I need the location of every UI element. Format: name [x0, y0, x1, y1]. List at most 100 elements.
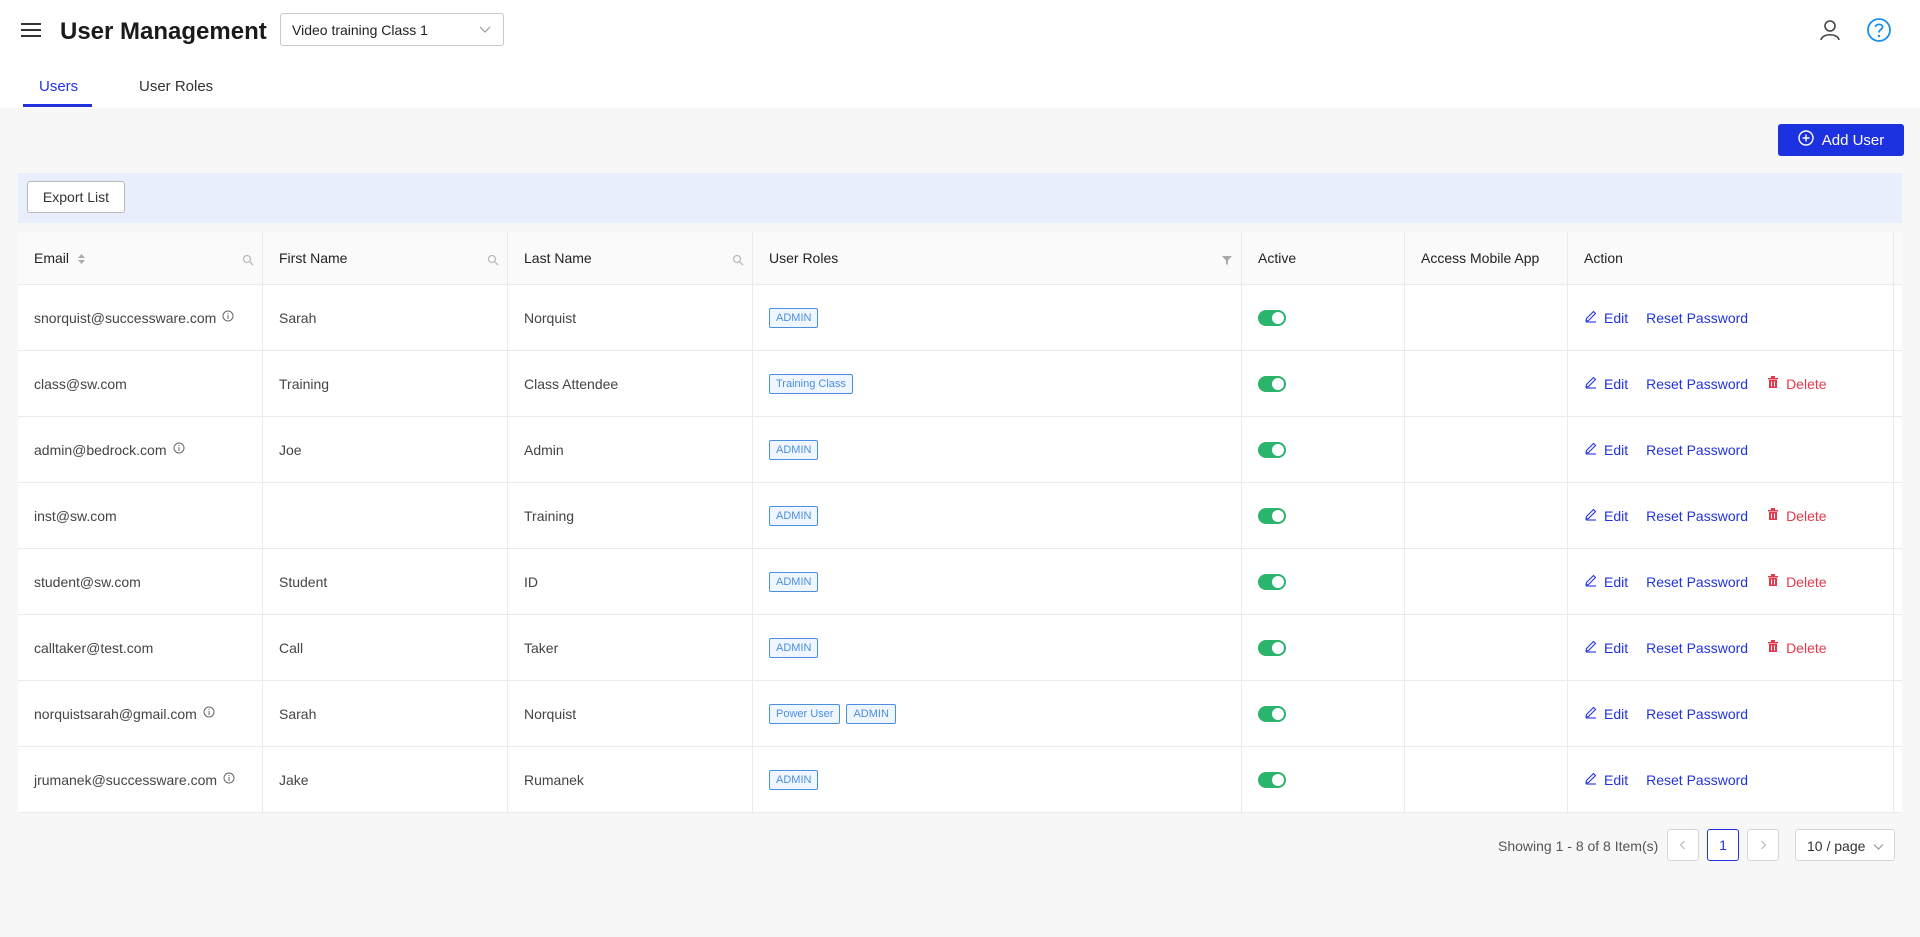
active-toggle[interactable]: [1258, 573, 1286, 590]
access-mobile-app-cell: [1405, 285, 1568, 350]
last-name-cell: Admin: [508, 417, 753, 482]
chevron-right-icon: [1758, 837, 1768, 853]
last-name-cell: Rumanek: [508, 747, 753, 812]
trash-icon: [1766, 507, 1780, 524]
info-icon[interactable]: [173, 441, 185, 453]
tab-user-roles[interactable]: User Roles: [139, 78, 213, 108]
edit-button[interactable]: Edit: [1584, 507, 1628, 524]
reset-password-button[interactable]: Reset Password: [1646, 706, 1748, 722]
active-toggle[interactable]: [1258, 771, 1286, 788]
last-name-cell: Norquist: [508, 681, 753, 746]
edit-button[interactable]: Edit: [1584, 309, 1628, 326]
column-header-email[interactable]: Email: [18, 232, 263, 284]
email-cell: student@sw.com: [18, 549, 263, 614]
delete-button[interactable]: Delete: [1766, 375, 1827, 392]
reset-password-button[interactable]: Reset Password: [1646, 310, 1748, 326]
reset-password-button[interactable]: Reset Password: [1646, 376, 1748, 392]
edit-button[interactable]: Edit: [1584, 573, 1628, 590]
reset-password-button[interactable]: Reset Password: [1646, 640, 1748, 656]
email-cell: admin@bedrock.com: [18, 417, 263, 482]
active-toggle[interactable]: [1258, 705, 1286, 722]
user-roles-cell: ADMIN: [753, 549, 1242, 614]
add-user-button[interactable]: Add User: [1778, 124, 1904, 156]
column-header-access-mobile-app: Access Mobile App: [1405, 232, 1568, 284]
export-list-button[interactable]: Export List: [27, 181, 125, 213]
edit-button[interactable]: Edit: [1584, 705, 1628, 722]
page-size-value: 10 / page: [1807, 838, 1866, 854]
edit-button[interactable]: Edit: [1584, 771, 1628, 788]
reset-password-button[interactable]: Reset Password: [1646, 508, 1748, 524]
table-row: snorquist@successware.com Sarah Norquist…: [18, 285, 1902, 351]
active-toggle[interactable]: [1258, 375, 1286, 392]
last-name-cell: ID: [508, 549, 753, 614]
table-row: norquistsarah@gmail.com Sarah Norquist P…: [18, 681, 1902, 747]
next-page-button[interactable]: [1747, 829, 1779, 861]
reset-password-button[interactable]: Reset Password: [1646, 574, 1748, 590]
search-icon[interactable]: [242, 253, 254, 266]
email-text: student@sw.com: [34, 573, 141, 590]
edit-button[interactable]: Edit: [1584, 441, 1628, 458]
sort-icon[interactable]: [77, 252, 86, 264]
active-toggle[interactable]: [1258, 507, 1286, 524]
email-text: jrumanek@successware.com: [34, 771, 218, 788]
last-name-cell: Class Attendee: [508, 351, 753, 416]
column-header-label: Last Name: [524, 250, 592, 266]
table-row: jrumanek@successware.com Jake Rumanek AD…: [18, 747, 1902, 813]
info-icon[interactable]: [222, 309, 234, 321]
delete-button[interactable]: Delete: [1766, 507, 1827, 524]
page-size-select[interactable]: 10 / page: [1795, 829, 1895, 861]
class-select[interactable]: Video training Class 1: [280, 13, 504, 46]
prev-page-button[interactable]: [1667, 829, 1699, 861]
top-bar: User Management Video training Class 1: [0, 0, 1920, 64]
filter-icon[interactable]: [1221, 253, 1233, 265]
class-select-value: Video training Class 1: [292, 22, 428, 38]
first-name-cell: Student: [263, 549, 508, 614]
edit-button[interactable]: Edit: [1584, 375, 1628, 392]
edit-icon: [1584, 573, 1598, 590]
help-icon[interactable]: [1866, 17, 1892, 43]
trash-icon: [1766, 375, 1780, 392]
action-cell: Edit Reset Password: [1568, 681, 1894, 746]
pagination-summary: Showing 1 - 8 of 8 Item(s): [1498, 838, 1659, 854]
table-row: calltaker@test.com Call Taker ADMIN Edit…: [18, 615, 1902, 681]
active-cell: [1242, 549, 1405, 614]
edit-label: Edit: [1604, 573, 1629, 590]
access-mobile-app-cell: [1405, 747, 1568, 812]
last-name-cell: Norquist: [508, 285, 753, 350]
active-toggle[interactable]: [1258, 441, 1286, 458]
page-1-button[interactable]: 1: [1707, 829, 1739, 861]
first-name-cell: Training: [263, 351, 508, 416]
active-toggle[interactable]: [1258, 639, 1286, 656]
edit-label: Edit: [1604, 507, 1629, 524]
column-header-label: User Roles: [769, 250, 839, 266]
tab-bar: Users User Roles: [0, 64, 1920, 108]
search-icon[interactable]: [487, 253, 499, 266]
first-name-cell: Sarah: [263, 285, 508, 350]
trash-icon: [1766, 639, 1780, 656]
email-cell: jrumanek@successware.com: [18, 747, 263, 812]
column-header-label: Email: [34, 250, 70, 266]
edit-icon: [1584, 309, 1598, 326]
active-toggle[interactable]: [1258, 309, 1286, 326]
delete-button[interactable]: Delete: [1766, 639, 1827, 656]
reset-password-button[interactable]: Reset Password: [1646, 442, 1748, 458]
info-icon[interactable]: [203, 705, 215, 717]
chevron-down-icon: [479, 22, 491, 38]
role-tag: ADMIN: [846, 703, 896, 724]
table-row: class@sw.com Training Class Attendee Tra…: [18, 351, 1902, 417]
delete-button[interactable]: Delete: [1766, 573, 1827, 590]
delete-label: Delete: [1786, 639, 1827, 656]
column-header-label: First Name: [279, 250, 348, 266]
edit-button[interactable]: Edit: [1584, 639, 1628, 656]
chevron-down-icon: [1873, 839, 1884, 855]
page-title: User Management: [60, 18, 267, 45]
table-body: snorquist@successware.com Sarah Norquist…: [18, 285, 1902, 813]
email-text: calltaker@test.com: [34, 639, 154, 656]
hamburger-menu-icon[interactable]: [21, 21, 45, 41]
user-profile-icon[interactable]: [1818, 18, 1842, 42]
edit-icon: [1584, 441, 1598, 458]
search-icon[interactable]: [732, 253, 744, 266]
role-tag: ADMIN: [769, 307, 819, 328]
reset-password-button[interactable]: Reset Password: [1646, 772, 1748, 788]
info-icon[interactable]: [223, 771, 235, 783]
